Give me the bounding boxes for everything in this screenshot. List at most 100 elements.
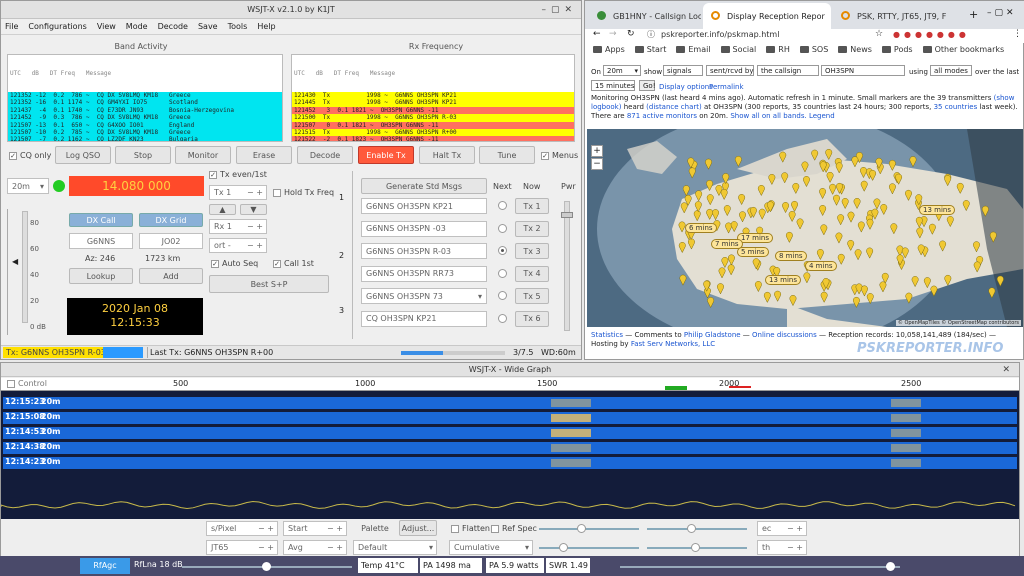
decode-row[interactable]: 121507 -10 0.2 785 ~ CQ DX SV8LMQ KM18 G…	[8, 128, 282, 137]
bookmark-apps[interactable]: Apps	[593, 45, 625, 54]
next-radio-5[interactable]	[498, 291, 507, 300]
bookmark-other-bookmarks[interactable]: Other bookmarks	[922, 45, 1004, 54]
slider-3[interactable]	[647, 524, 747, 533]
erase-button[interactable]: Erase	[236, 146, 292, 164]
band-select[interactable]: 20m ▾	[7, 178, 49, 194]
dx-call-input[interactable]: G6NNS	[69, 233, 133, 249]
report-time-label[interactable]: 8 mins	[775, 251, 807, 261]
decode-row[interactable]: 121507 -7 0.2 1162 ~ CQ LZ2DF KN23 Bulga…	[8, 136, 282, 141]
rx-frequency-panel[interactable]: UTC dB DT Freq Message 121430 Tx 1998 ~ …	[291, 54, 575, 142]
next-radio-2[interactable]	[498, 223, 507, 233]
decode-row[interactable]: 121452 -9 0.3 786 ~ CQ DX SV8LMQ KM18 Gr…	[8, 114, 282, 122]
dx-grid-input[interactable]: JO02	[139, 233, 203, 249]
flatten-checkbox[interactable]: Flatten	[451, 524, 490, 533]
back-icon[interactable]: ←	[593, 29, 601, 39]
palette-select[interactable]: Default ▾	[353, 540, 437, 555]
next-radio-3[interactable]	[498, 246, 507, 255]
decode-row[interactable]: 121437 -4 0.1 1740 ~ CQ E73DR JN93 Bosni…	[8, 106, 282, 115]
display-options-link[interactable]: Display options	[659, 83, 713, 91]
star-icon[interactable]: ☆	[875, 29, 883, 39]
menu-decode[interactable]: Decode	[158, 22, 188, 31]
tx6-button[interactable]: Tx 6	[515, 310, 549, 327]
band-activity-panel[interactable]: UTC dB DT Freq Message 121352 -12 0.2 78…	[7, 54, 283, 142]
tx-message-2[interactable]: G6NNS OH3SPN -03	[361, 220, 487, 237]
avg-spinner[interactable]: Avg − +	[283, 540, 347, 555]
waterfall[interactable]: 12:15:23 20m 12:15:08 20m 12:14:53 20m 12:14:3…	[1, 391, 1019, 519]
show-all-link[interactable]: Show all on all bands.	[730, 112, 806, 120]
menu-help[interactable]: Help	[257, 22, 275, 31]
report-time-label[interactable]: 6 mins	[685, 223, 717, 233]
slider-1[interactable]	[539, 524, 639, 533]
browser-tab-1[interactable]: GB1HNY - Callsign Look	[589, 3, 701, 29]
callsign-mode-select[interactable]: the callsign	[757, 65, 819, 76]
rx-freq-spinner[interactable]: Rx 1 − +	[209, 219, 267, 234]
jt65-spinner[interactable]: JT65 − +	[206, 540, 278, 555]
bookmark-email[interactable]: Email	[676, 45, 711, 54]
tx-up-button[interactable]: ▲	[209, 204, 236, 215]
control-checkbox[interactable]: Control	[7, 379, 47, 388]
forward-icon[interactable]: →	[609, 29, 617, 39]
spectrum-select[interactable]: Cumulative ▾	[449, 540, 533, 555]
rx-row[interactable]: 121500 Tx 1998 ~ G6NNS OH3SPN R-03	[292, 114, 574, 122]
url-text[interactable]: pskreporter.info/pskmap.html	[661, 30, 779, 39]
ref-spec-checkbox[interactable]: Ref Spec	[491, 524, 537, 533]
rx-row[interactable]: 121430 Tx 1998 ~ G6NNS OH3SPN KP21	[292, 92, 574, 100]
rx-row[interactable]: 121445 Tx 1998 ~ G6NNS OH3SPN KP21	[292, 99, 574, 107]
power-slider-handle[interactable]	[561, 212, 573, 218]
slider-2[interactable]	[539, 543, 639, 552]
active-monitors-link[interactable]: 871 active monitors	[627, 112, 697, 120]
report-time-label[interactable]: 13 mins	[765, 275, 801, 285]
menu-tools[interactable]: Tools	[228, 22, 248, 31]
tx-message-3[interactable]: G6NNS OH3SPN R-03	[361, 243, 487, 259]
next-radio-6[interactable]	[498, 313, 507, 323]
tx-message-4[interactable]: G6NNS OH3SPN RR73	[361, 265, 487, 282]
taskbar-slider[interactable]	[620, 562, 900, 571]
slider-handle[interactable]	[691, 543, 700, 552]
best-sp-button[interactable]: Best S+P	[209, 275, 329, 293]
tx1-button[interactable]: Tx 1	[515, 198, 549, 214]
enable-tx-button[interactable]: Enable Tx	[358, 146, 414, 164]
tx2-button[interactable]: Tx 2	[515, 220, 549, 237]
tx-freq-spinner[interactable]: Tx 1 − +	[209, 185, 267, 200]
spec-spinner[interactable]: ec − +	[757, 521, 807, 536]
menu-save[interactable]: Save	[198, 22, 218, 31]
monitor-button[interactable]: Monitor	[175, 146, 231, 164]
auto-seq-checkbox[interactable]: ✓ Auto Seq	[211, 259, 258, 268]
slider-handle[interactable]	[262, 562, 271, 571]
callsign-input[interactable]: OH3SPN	[821, 65, 905, 76]
power-slider[interactable]	[561, 201, 573, 331]
decode-button[interactable]: Decode	[297, 146, 353, 164]
tx-message-5[interactable]: G6NNS OH3SPN 73 ▾	[361, 288, 487, 304]
bookmark-rh[interactable]: RH	[766, 45, 790, 54]
cq-only-checkbox[interactable]: ✓ CQ only	[9, 151, 51, 160]
bookmark-social[interactable]: Social	[720, 45, 756, 54]
report-time-label[interactable]: 7 mins	[711, 239, 743, 249]
new-tab-icon[interactable]: +	[969, 8, 978, 21]
hold-tx-checkbox[interactable]: Hold Tx Freq	[273, 188, 334, 197]
legend-link[interactable]: Legend	[809, 112, 835, 120]
next-radio-1[interactable]	[498, 201, 507, 210]
distance-chart-link[interactable]: (distance chart)	[646, 103, 702, 111]
bookmark-start[interactable]: Start	[634, 45, 666, 54]
zoom-out-button[interactable]: −	[591, 158, 603, 170]
band-select[interactable]: 20m ▾	[603, 65, 641, 76]
menus-checkbox[interactable]: ✓ Menus	[541, 151, 578, 160]
bins-per-pixel-spinner[interactable]: s/Pixel − +	[206, 521, 278, 536]
zoom-in-button[interactable]: +	[591, 145, 603, 157]
tx-message-6[interactable]: CQ OH3SPN KP21	[361, 310, 487, 327]
generate-msgs-button[interactable]: Generate Std Msgs	[361, 178, 487, 194]
report-spinner[interactable]: ort - − +	[209, 238, 267, 253]
bookmark-news[interactable]: News	[838, 45, 872, 54]
next-radio-4[interactable]	[498, 268, 507, 278]
browser-tab-3[interactable]: PSK, RTTY, JT65, JT9, F	[833, 3, 963, 29]
adjust-button[interactable]: Adjust...	[399, 520, 437, 536]
period-select[interactable]: 15 minutes	[591, 80, 635, 91]
window-controls[interactable]: –▢✕	[987, 8, 1017, 18]
tune-button[interactable]: Tune	[479, 146, 535, 164]
bookmark-sos[interactable]: SOS	[799, 45, 828, 54]
more-icon[interactable]: ⋮	[1013, 29, 1022, 39]
report-time-label[interactable]: 13 mins	[919, 205, 955, 215]
window-controls[interactable]: –▢✕	[541, 1, 577, 19]
tab-1[interactable]: 1	[339, 193, 344, 202]
slider-handle[interactable]	[886, 562, 895, 571]
